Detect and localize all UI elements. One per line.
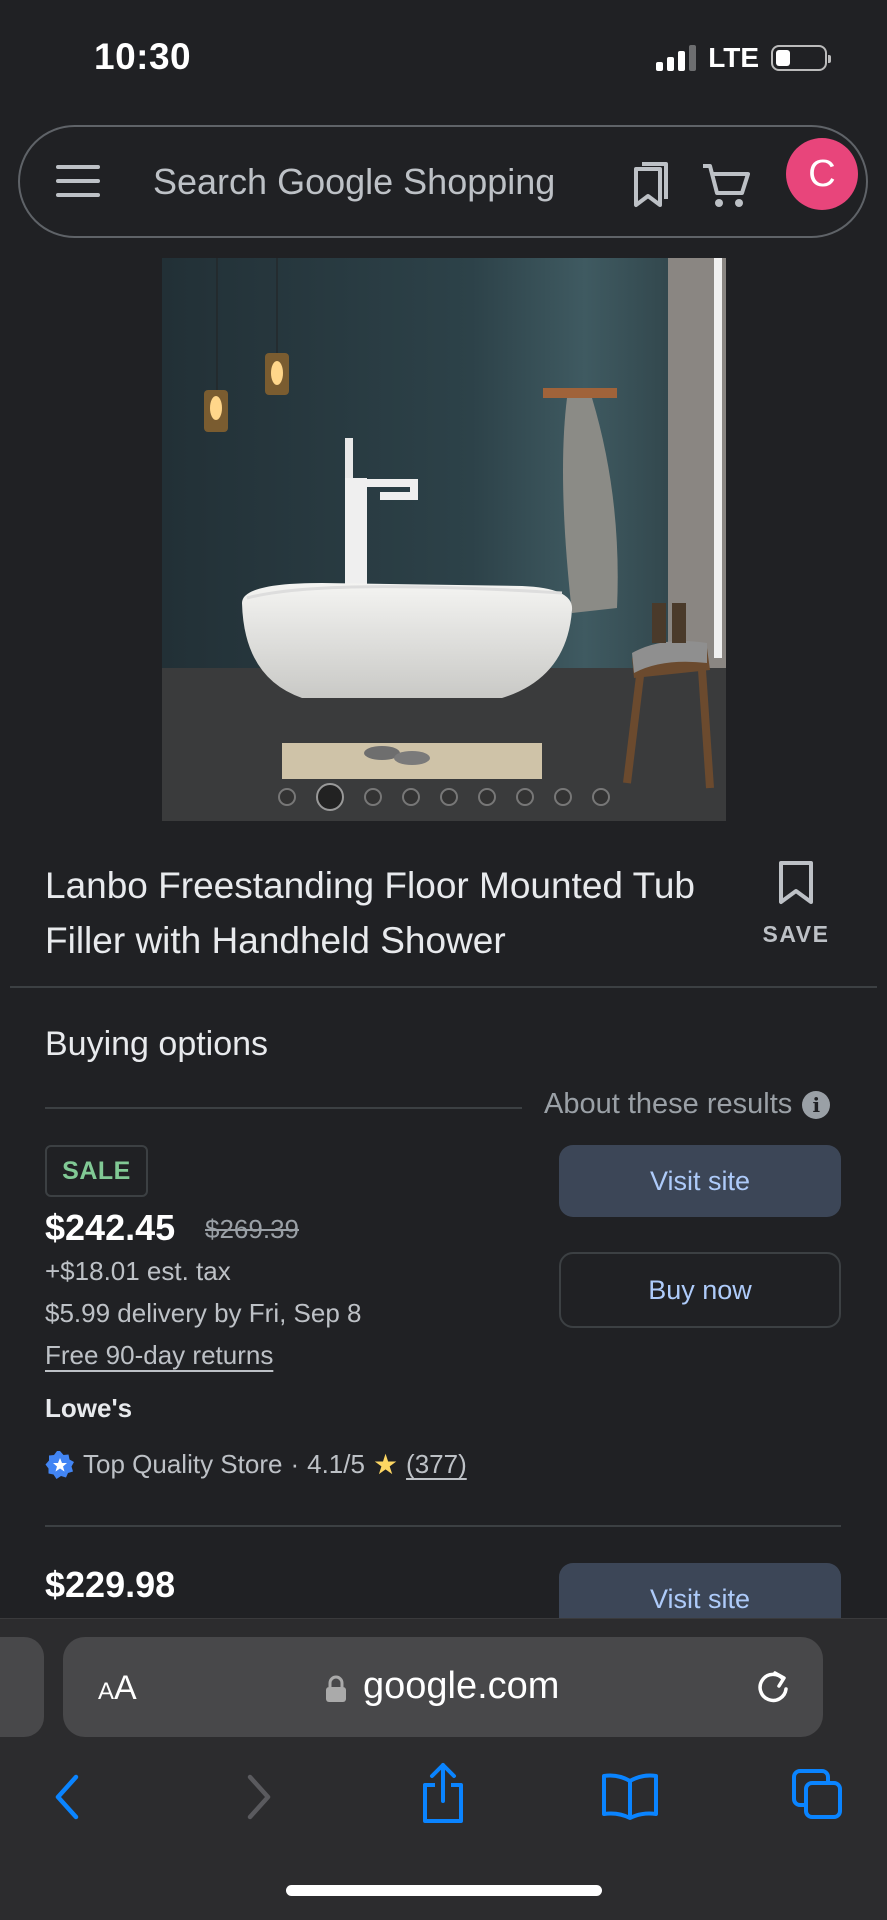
save-bookmark-icon <box>779 861 813 904</box>
offer-delivery: $5.99 delivery by Fri, Sep 8 <box>45 1298 362 1328</box>
bathtub-photo <box>162 258 726 821</box>
visit-site-button[interactable]: Visit site <box>559 1145 841 1217</box>
carousel-dot-active[interactable] <box>316 783 344 811</box>
network-label: LTE <box>708 42 759 73</box>
store-meta: Top Quality Store · 4.1/5 ★ (377) <box>45 1448 467 1481</box>
browser-nav <box>0 1763 887 1849</box>
store-rating: 4.1/5 <box>307 1449 365 1479</box>
carousel-dot[interactable] <box>364 788 382 806</box>
lock-icon <box>326 1675 346 1702</box>
status-time: 10:30 <box>94 36 192 77</box>
carousel-dot[interactable] <box>478 788 496 806</box>
share-icon[interactable] <box>418 1761 468 1825</box>
browser-toolbar: AA google.com <box>0 1618 887 1920</box>
product-image[interactable] <box>162 258 726 821</box>
top-quality-badge-icon <box>45 1450 74 1479</box>
save-button[interactable]: SAVE <box>758 860 834 948</box>
save-label: SAVE <box>762 921 830 947</box>
meta-separator: · <box>290 1449 300 1479</box>
about-results-link[interactable]: About these results i <box>544 1088 831 1121</box>
review-count-link[interactable]: (377) <box>406 1449 467 1480</box>
menu-icon[interactable] <box>56 165 100 197</box>
carousel-dots[interactable] <box>162 783 726 811</box>
carousel-dot[interactable] <box>440 788 458 806</box>
battery-icon <box>771 45 831 71</box>
status-bar: 10:30 LTE <box>0 0 887 118</box>
address-bar[interactable]: AA google.com <box>63 1637 823 1737</box>
search-bar[interactable]: Search Google Shopping C <box>18 125 868 238</box>
star-icon: ★ <box>372 1449 399 1480</box>
previous-tab[interactable] <box>0 1637 44 1737</box>
cart-icon[interactable] <box>700 161 752 211</box>
avatar[interactable]: C <box>786 138 858 210</box>
offer-price: $229.98 <box>45 1564 176 1605</box>
store-name[interactable]: Lowe's <box>45 1393 132 1424</box>
store-badge-label: Top Quality Store <box>83 1449 283 1479</box>
buy-now-button[interactable]: Buy now <box>559 1252 841 1328</box>
carousel-dot[interactable] <box>402 788 420 806</box>
divider <box>45 1107 522 1109</box>
status-indicators: LTE <box>656 42 831 74</box>
carousel-dot[interactable] <box>592 788 610 806</box>
url-text[interactable]: google.com <box>363 1665 559 1708</box>
offer-tax: +$18.01 est. tax <box>45 1256 231 1286</box>
tabs-icon[interactable] <box>790 1767 846 1823</box>
offer-returns-link[interactable]: Free 90-day returns <box>45 1340 273 1371</box>
offer-old-price: $269.39 <box>205 1214 299 1244</box>
text-size-button[interactable]: AA <box>98 1669 137 1708</box>
about-results-label: About these results <box>544 1088 793 1120</box>
carousel-dot[interactable] <box>516 788 534 806</box>
bookmark-icon[interactable] <box>626 161 674 211</box>
offer-price: $242.45 <box>45 1207 176 1248</box>
signal-icon <box>656 45 697 71</box>
buying-options-title: Buying options <box>45 1025 269 1063</box>
carousel-dot[interactable] <box>278 788 296 806</box>
back-icon[interactable] <box>48 1769 88 1825</box>
sale-badge: SALE <box>45 1145 148 1197</box>
product-title: Lanbo Freestanding Floor Mounted Tub Fil… <box>45 865 695 961</box>
forward-icon[interactable] <box>238 1769 278 1825</box>
reload-icon[interactable] <box>753 1667 793 1707</box>
search-input[interactable]: Search Google Shopping <box>153 161 555 203</box>
home-indicator[interactable] <box>286 1885 602 1896</box>
divider <box>45 1525 841 1527</box>
carousel-dot[interactable] <box>554 788 572 806</box>
info-icon: i <box>802 1090 831 1119</box>
bookmarks-icon[interactable] <box>600 1771 660 1821</box>
divider <box>10 986 877 988</box>
